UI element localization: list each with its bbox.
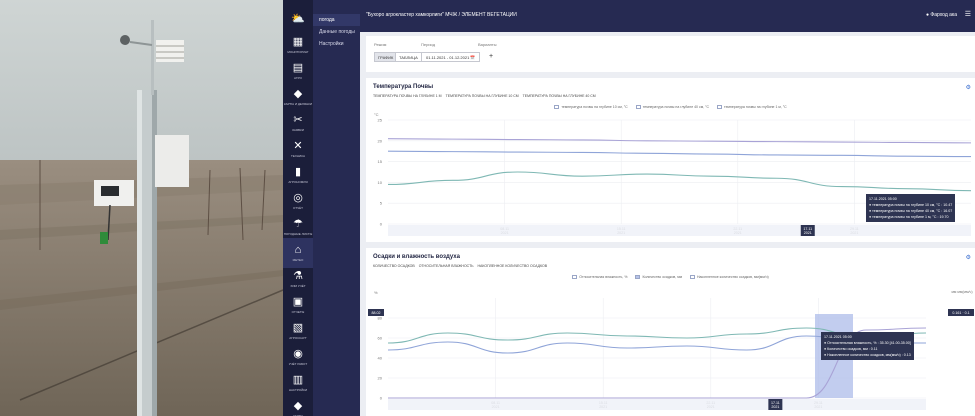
y-tick-label: 10 xyxy=(378,180,383,185)
series-line-1[interactable] xyxy=(387,150,972,158)
period-label: Период xyxy=(421,42,436,47)
chart-tooltip: 17.11.2021 05:00 ● температура почвы на г… xyxy=(866,194,956,222)
rail-icon: ▦ xyxy=(292,35,304,48)
x-highlight-year: 2021 xyxy=(771,405,779,409)
rail-label: ОТЧЕТЫ xyxy=(291,309,305,314)
sidebar: погода Данные погоды Настройки xyxy=(313,0,360,416)
weather-station-photo xyxy=(0,0,283,416)
rail-label: ЗАЯВКИ xyxy=(292,127,304,132)
rail-icon: ▣ xyxy=(292,295,304,308)
y-axis-unit: °C xyxy=(374,112,379,117)
rail-label: АГРОНОМИЯ xyxy=(288,179,308,184)
rail-icon: ◉ xyxy=(293,347,303,360)
table-mode-button[interactable]: ТАБЛИЦА xyxy=(395,52,422,62)
calendar-icon: 📅 xyxy=(470,55,476,60)
x-highlight-year: 2021 xyxy=(804,231,812,235)
user-menu[interactable]: ● Фарход ака xyxy=(926,12,957,18)
rail-icon: ◆ xyxy=(293,399,303,412)
user-name: Фарход ака xyxy=(930,12,957,18)
user-icon: ● xyxy=(925,12,930,18)
variants-label: Варианты xyxy=(478,42,497,47)
y-tick-label: 25 xyxy=(378,118,383,123)
y-tick-label: 20 xyxy=(378,376,383,381)
sidebar-item-1[interactable]: Данные погоды xyxy=(313,26,360,38)
app-icon-rail: ⛅ ▦ МОНИТОРИНГ ▤ АГРО ◆ КАРТЫ И ДЕЛЯНКИ ✂ ЗАЯВКИ… xyxy=(283,0,313,416)
tooltip-line: ● Накопленное количество осадков, мм(мм/… xyxy=(824,353,911,357)
x-axis-band xyxy=(388,399,926,410)
filter-panel: Режим Период Варианты ГРАФИК ТАБЛИЦА 01.… xyxy=(366,36,975,72)
y-tick-label: 20 xyxy=(378,138,383,143)
y-tick-label: 60 xyxy=(378,336,383,341)
chart-tooltip: 17.11.2021 05:00 ● Относительная влажност… xyxy=(821,332,914,360)
rail-label: ТЕХНИКА xyxy=(291,153,305,158)
rail-icon: ☂ xyxy=(293,217,303,230)
date-range-input[interactable]: 01.11.2021 - 01.12.2021 📅 xyxy=(421,52,481,62)
rail-icon: ⌂ xyxy=(294,243,302,256)
rail-label: ПОГОДНЫЕ ЛИСТЫ xyxy=(283,231,313,236)
rail-label: КАРТЫ И ДЕЛЯНКИ xyxy=(283,101,313,106)
rail-label: УЧЁТ РАБОТ xyxy=(288,361,308,366)
rail-label: АГРО xyxy=(294,75,302,80)
rail-icon: ▤ xyxy=(292,61,304,74)
y-tick-label: 80 xyxy=(378,316,383,321)
right-highlight-value: 0.161 · 0.1 xyxy=(952,311,969,315)
rail-icon: ▮ xyxy=(294,165,302,178)
screen: ⛅ ▦ МОНИТОРИНГ ▤ АГРО ◆ КАРТЫ И ДЕЛЯНКИ ✂ ЗАЯВКИ… xyxy=(0,0,975,416)
date-range-value: 01.11.2021 - 01.12.2021 xyxy=(426,55,470,60)
weather-station-illustration xyxy=(0,0,283,416)
rail-icon: ▥ xyxy=(292,373,304,386)
y-tick-label: 0 xyxy=(380,396,383,401)
add-variant-button[interactable]: + xyxy=(486,52,496,62)
rail-label: НАСТРОЙКИ xyxy=(288,387,308,392)
sidebar-item-0[interactable]: погода xyxy=(313,14,360,26)
rail-label: ОТЧЁТ xyxy=(292,205,303,210)
breadcrumb[interactable]: "Бухоро агрокластер хамкорлиги" МЧЖ / ЭЛ… xyxy=(366,12,517,18)
rail-icon: ◎ xyxy=(293,191,303,204)
menu-icon[interactable]: ☰ xyxy=(965,10,971,18)
rail-item-15[interactable]: ◆ КАРТЫ xyxy=(283,394,313,416)
right-axis-unit: мм мм(мм/ч) xyxy=(951,290,972,294)
rail-label: МЕТЕО xyxy=(292,257,304,262)
top-bar: "Бухоро агрокластер хамкорлиги" МЧЖ / ЭЛ… xyxy=(360,0,975,32)
y-tick-label: 15 xyxy=(378,159,383,164)
graph-mode-button[interactable]: ГРАФИК xyxy=(374,52,398,62)
rail-icon: ⛅ xyxy=(291,12,305,25)
series-line-0[interactable] xyxy=(387,171,972,192)
y-tick-label: 0 xyxy=(380,222,383,227)
rail-icon: ▧ xyxy=(292,321,304,334)
sidebar-item-2[interactable]: Настройки xyxy=(313,38,360,50)
y-tick-label: 5 xyxy=(380,201,383,206)
rail-icon: ◆ xyxy=(293,87,303,100)
rail-icon: ⚗ xyxy=(293,269,303,282)
rail-icon: ✕ xyxy=(293,139,303,152)
soil-temperature-card: Температура Почвы ⚙ ТЕМПЕРАТУРА ПОЧВЫ НА… xyxy=(366,78,975,242)
precipitation-humidity-card: Осадки и влажность воздуха ⚙ КОЛИЧЕСТВО … xyxy=(366,248,975,416)
y-axis-unit: % xyxy=(374,290,378,295)
tooltip-line: ● температура почвы на глубине 1 м, °C :… xyxy=(869,215,949,219)
x-axis-band xyxy=(388,225,971,236)
rail-icon: ✂ xyxy=(293,113,303,126)
view-mode-label: Режим xyxy=(374,42,387,47)
rail-label: АГРОСКАУТ xyxy=(289,335,307,340)
y-tick-label: 40 xyxy=(378,356,383,361)
rail-label: МОНИТОРИНГ xyxy=(287,49,309,54)
rail-label: ХИМ УЧЁТ xyxy=(290,283,306,288)
main-content: Режим Период Варианты ГРАФИК ТАБЛИЦА 01.… xyxy=(360,32,975,416)
y-highlight-value: 88.02 xyxy=(372,311,381,315)
